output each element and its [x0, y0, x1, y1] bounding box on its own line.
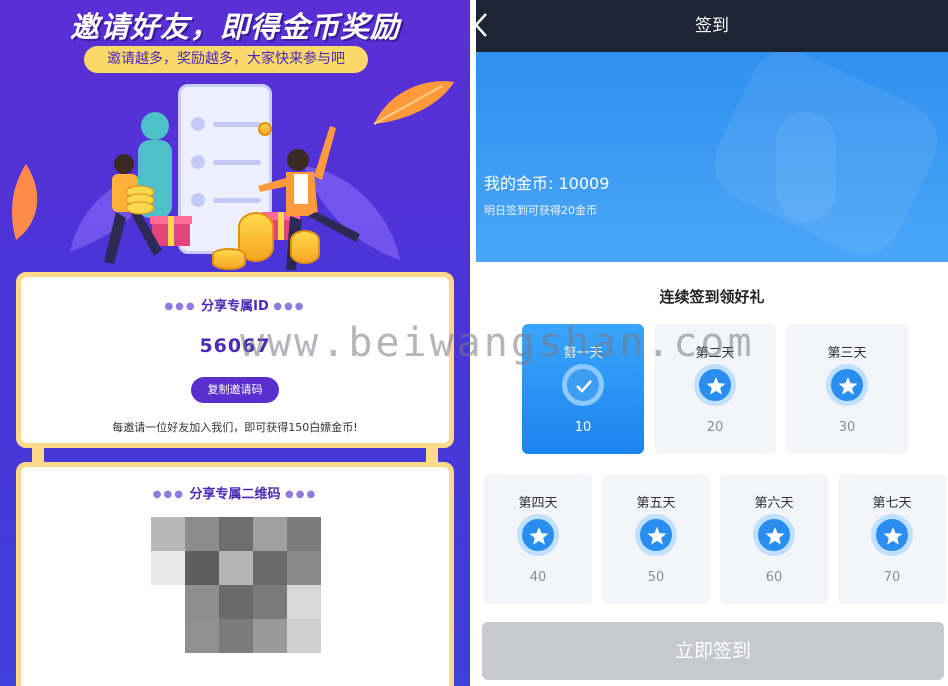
leaf-decoration-icon — [373, 81, 454, 125]
day-reward-value: 30 — [838, 420, 856, 435]
banner-decoration — [776, 112, 836, 222]
checkmark-icon — [562, 364, 604, 406]
day-card-6[interactable]: 第六天 60 — [720, 474, 828, 604]
day-reward-value: 10 — [574, 420, 592, 435]
day-card-4[interactable]: 第四天 40 — [484, 474, 592, 604]
share-id-heading-text: 分享专属ID — [201, 299, 269, 314]
share-qr-heading: ●●● 分享专属二维码 ●●● — [152, 487, 318, 502]
day-reward-value: 20 — [706, 420, 724, 435]
day-label: 第六天 — [754, 496, 794, 511]
day-reward-value: 50 — [647, 570, 665, 585]
star-icon — [753, 514, 795, 556]
day-label: 第七天 — [872, 496, 912, 511]
day-label: 第五天 — [636, 496, 676, 511]
share-id-heading: ●●● 分享专属ID ●●● — [164, 299, 306, 314]
day-card-5[interactable]: 第五天 50 — [602, 474, 710, 604]
star-icon — [871, 514, 913, 556]
coins-banner: 我的金币: 10009 明日签到可获得20金币 — [476, 52, 948, 262]
day-reward-value: 40 — [529, 570, 547, 585]
tomorrow-reward-tip: 明日签到可获得20金币 — [484, 204, 597, 217]
share-qr-card: ●●● 分享专属二维码 ●●● — [16, 462, 454, 686]
share-qr-heading-text: 分享专属二维码 — [189, 487, 281, 502]
day-reward-value: 70 — [883, 570, 901, 585]
day-label: 第四天 — [518, 496, 558, 511]
page-title: 签到 — [695, 16, 729, 36]
qr-code-image — [151, 517, 321, 686]
my-coins-label: 我的金币: 10009 — [484, 174, 610, 193]
day-card-7[interactable]: 第七天 70 — [838, 474, 946, 604]
streak-section-title: 连续签到领好礼 — [659, 288, 765, 306]
coin-icon — [258, 122, 272, 136]
coin-stack-icon — [290, 230, 320, 264]
star-icon — [635, 514, 677, 556]
watermark-text: www.beiwangshan.com — [240, 320, 755, 366]
invite-illustration — [0, 72, 470, 282]
hero-subtitle: 邀请越多，奖励越多，大家快来参与吧 — [84, 46, 368, 73]
invite-reward-note: 每邀请一位好友加入我们，即可获得150白嫖金币! — [112, 421, 358, 434]
day-reward-value: 60 — [765, 570, 783, 585]
star-icon — [694, 364, 736, 406]
coin-stack-icon — [212, 248, 246, 270]
leaf-decoration-icon — [11, 164, 38, 240]
hero-title: 邀请好友，即得金币奖励 — [69, 10, 400, 44]
top-bar: 签到 — [476, 0, 948, 52]
day-label: 第三天 — [827, 346, 867, 361]
star-icon — [826, 364, 868, 406]
day-card-3[interactable]: 第三天 30 — [786, 324, 908, 454]
person-carrying-coins-icon — [104, 154, 162, 264]
star-icon — [517, 514, 559, 556]
signin-now-button[interactable]: 立即签到 — [482, 622, 944, 680]
copy-invite-code-button[interactable]: 复制邀请码 — [191, 377, 279, 403]
